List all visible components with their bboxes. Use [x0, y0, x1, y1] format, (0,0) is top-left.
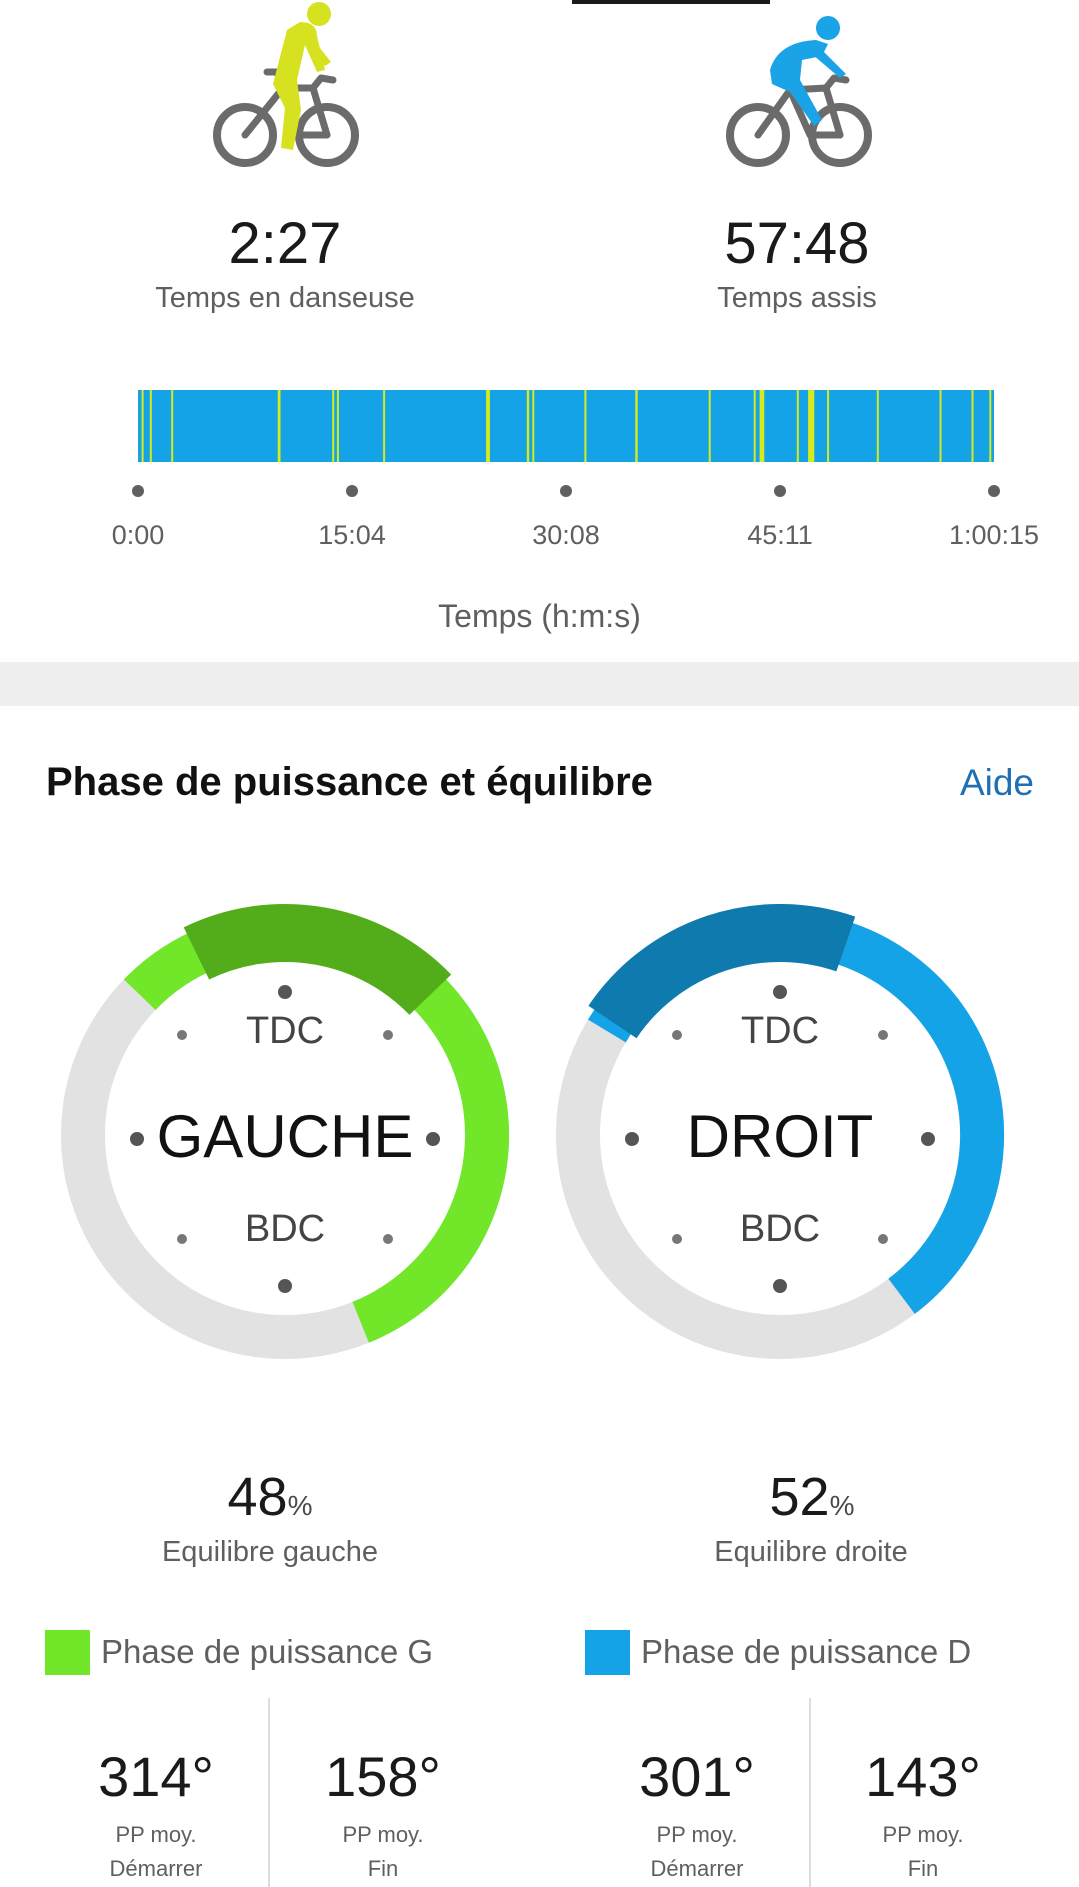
left-balance-label: Equilibre gauche — [161, 1536, 379, 1568]
standing-segment — [759, 390, 765, 462]
standing-segment — [149, 390, 152, 462]
right-end-angle: 143° — [865, 1745, 981, 1808]
axis-tick-label: 45:11 — [747, 520, 813, 550]
right-start-label: PP moy. Démarrer — [650, 1822, 744, 1881]
section-title: Phase de puissance et équilibre — [46, 760, 653, 804]
standing-segment — [526, 390, 530, 462]
standing-segment — [584, 390, 587, 462]
standing-segment — [753, 390, 756, 462]
standing-segment — [635, 390, 638, 462]
standing-segment — [532, 390, 535, 462]
right-balance-unit: % — [829, 1490, 855, 1521]
right-peak-power-arc — [588, 903, 856, 1039]
dial-dot — [278, 1279, 292, 1293]
axis-tick-label: 15:04 — [318, 520, 386, 550]
standing-segment — [796, 390, 799, 462]
seated-series-band — [138, 390, 994, 462]
riding-position-timeline — [138, 390, 994, 462]
left-start-label: PP moy. Démarrer — [109, 1822, 203, 1881]
left-end-label: PP moy. Fin — [342, 1822, 424, 1881]
standing-segment — [336, 390, 339, 462]
axis-tick-dot — [346, 485, 358, 497]
left-peak-power-arc — [183, 903, 452, 1016]
axis-tick-dot — [774, 485, 786, 497]
right-power-phase-label: Phase de puissance D — [641, 1633, 972, 1670]
right-balance-value: 52% — [769, 1467, 855, 1527]
axis-tick-dot — [988, 485, 1000, 497]
right-start-angle: 301° — [639, 1745, 755, 1808]
standing-segment — [486, 390, 490, 462]
section-divider — [0, 662, 1079, 706]
axis-tick-label: 1:00:15 — [948, 520, 1040, 550]
axis-tick-label: 0:00 — [111, 520, 165, 550]
standing-segment — [876, 390, 879, 462]
standing-segment — [827, 390, 830, 462]
left-dial-top-label: TDC — [245, 1010, 325, 1052]
axis-tick-dot — [132, 485, 144, 497]
dial-dot — [278, 985, 292, 999]
seated-time: 57:48 — [724, 211, 870, 276]
right-balance-label: Equilibre droite — [714, 1536, 908, 1568]
right-end-label: PP moy. Fin — [882, 1822, 964, 1881]
left-power-phase-label: Phase de puissance G — [101, 1633, 434, 1670]
help-link[interactable]: Aide — [960, 762, 1034, 804]
standing-segment — [277, 390, 281, 462]
standing-segment — [383, 390, 386, 462]
standing-segment — [989, 390, 992, 462]
standing-segment — [808, 390, 815, 462]
seated-time-label: Temps assis — [717, 282, 877, 314]
axis-tick-label: 30:08 — [532, 520, 600, 550]
dial-dot — [773, 1279, 787, 1293]
left-balance-value: 48% — [227, 1467, 313, 1527]
left-balance-unit: % — [287, 1490, 313, 1521]
left-start-angle: 314° — [98, 1745, 214, 1808]
right-dial-name: DROIT — [686, 1103, 874, 1170]
standing-segment — [332, 390, 335, 462]
timeline-axis-title: Temps (h:m:s) — [438, 598, 641, 634]
stat-divider — [809, 1698, 811, 1887]
right-power-phase-swatch — [585, 1630, 630, 1675]
right-dial-top-label: TDC — [740, 1010, 820, 1052]
standing-segment — [708, 390, 711, 462]
seated-rider-icon — [726, 16, 872, 167]
standing-rider-icon — [213, 2, 359, 167]
standing-time-label: Temps en danseuse — [155, 282, 415, 314]
standing-segment — [971, 390, 974, 462]
standing-time: 2:27 — [228, 211, 342, 276]
left-power-phase-swatch — [45, 1630, 90, 1675]
standing-segment — [141, 390, 144, 462]
axis-tick-dot — [560, 485, 572, 497]
standing-segment — [171, 390, 174, 462]
left-dial-name: GAUCHE — [156, 1103, 414, 1170]
left-end-angle: 158° — [325, 1745, 441, 1808]
stat-divider — [268, 1698, 270, 1887]
left-dial-bottom-label: BDC — [244, 1208, 326, 1250]
right-dial-bottom-label: BDC — [739, 1208, 821, 1250]
standing-segment — [939, 390, 942, 462]
dial-dot — [773, 985, 787, 999]
